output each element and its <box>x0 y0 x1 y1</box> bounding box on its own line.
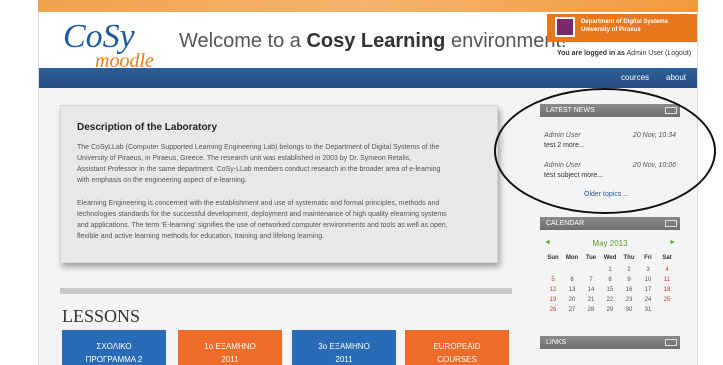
calendar-day[interactable]: 24 <box>639 297 657 303</box>
lesson-tile-1st-semester[interactable]: 1ο ΕΞΑΜΗΝΟ 2011 <box>178 330 282 365</box>
university-seal-icon <box>555 17 575 37</box>
tile-line: 2011 <box>221 355 239 364</box>
calendar-nav: ◄ May 2013 ► <box>540 239 680 249</box>
login-user-link[interactable]: Admin User <box>627 50 664 57</box>
calendar-grid: Sun Mon Tue Wed Thu Fri Sat 1 2 3 4 5 6 7 8 9 10 11 12 13 14… <box>544 255 680 323</box>
dept-line-2: University of Piraeus <box>581 27 641 33</box>
annotation-ellipse <box>494 88 716 214</box>
collapse-block-icon[interactable] <box>665 220 677 227</box>
description-title: Description of the Laboratory <box>77 122 218 133</box>
welcome-prefix: Welcome to a <box>179 30 301 52</box>
calendar-day[interactable]: 15 <box>601 287 619 293</box>
calendar-day[interactable]: 3 <box>639 267 657 273</box>
dept-line-1: Department of Digital Systems <box>581 19 669 25</box>
collapse-block-icon[interactable] <box>665 339 677 346</box>
calendar-day-header: Mon <box>565 255 579 261</box>
description-line: University of Piraeus, in Piraeus, Greec… <box>77 155 412 162</box>
description-line: The CoSyLLab (Computer Supported Learnin… <box>77 144 440 151</box>
calendar-day[interactable]: 27 <box>563 307 581 313</box>
calendar-day[interactable]: 17 <box>639 287 657 293</box>
department-badge[interactable]: Department of Digital Systems University… <box>547 14 697 42</box>
calendar-day[interactable]: 25 <box>658 297 676 303</box>
calendar-day[interactable]: 19 <box>544 297 562 303</box>
calendar-day[interactable]: 13 <box>563 287 581 293</box>
nav-about[interactable]: about <box>666 73 686 82</box>
calendar-day[interactable]: 22 <box>601 297 619 303</box>
calendar-day[interactable]: 9 <box>620 277 638 283</box>
calendar-header: CALENDAR <box>540 217 680 230</box>
calendar-day[interactable]: 31 <box>639 307 657 313</box>
links-title: LINKS <box>546 339 567 346</box>
calendar-day[interactable]: 5 <box>544 277 562 283</box>
tile-line: COURSES <box>437 355 477 364</box>
calendar-day-header: Sun <box>547 255 559 261</box>
nav-courses[interactable]: cources <box>621 73 649 82</box>
welcome-bold: Cosy Learning <box>306 30 446 52</box>
calendar-day-header: Sat <box>662 255 672 261</box>
calendar-day[interactable]: 6 <box>563 277 581 283</box>
description-line: with emphasis on the engineering aspect … <box>77 177 247 184</box>
calendar-day[interactable]: 16 <box>620 287 638 293</box>
lesson-tile-3rd-semester[interactable]: 3ο ΕΞΑΜΗΝΟ 2011 <box>292 330 396 365</box>
description-line: technologies standards for the successfu… <box>77 211 447 218</box>
calendar-day[interactable]: 1 <box>601 267 619 273</box>
calendar-month: May 2013 <box>592 239 628 248</box>
lesson-tile-school-program[interactable]: ΣΧΟΛΙΚΟ ΠΡΟΓΡΑΜΜΑ 2 <box>62 330 166 365</box>
calendar-day[interactable]: 14 <box>582 287 600 293</box>
calendar-day[interactable]: 12 <box>544 287 562 293</box>
calendar-day[interactable]: 30 <box>620 307 638 313</box>
links-block: LINKS <box>540 336 680 356</box>
calendar-day-header: Thu <box>623 255 635 261</box>
description-line: Assistant Professor in the same departme… <box>77 166 441 173</box>
login-info: You are logged in as Admin User (Logout) <box>557 50 691 57</box>
next-month-icon[interactable]: ► <box>669 239 676 246</box>
calendar-title: CALENDAR <box>546 220 585 227</box>
calendar-block: CALENDAR ◄ May 2013 ► Sun Mon Tue Wed Thu Fri… <box>540 217 680 325</box>
page: CoSy moodle Welcome to a Cosy Learning e… <box>0 0 723 365</box>
tile-line: ΣΧΟΛΙΚΟ <box>96 342 132 351</box>
tile-line: 3ο ΕΞΑΜΗΝΟ <box>318 342 370 351</box>
calendar-day[interactable]: 18 <box>658 287 676 293</box>
calendar-day[interactable]: 29 <box>601 307 619 313</box>
site-header: CoSy moodle Welcome to a Cosy Learning e… <box>39 12 697 72</box>
welcome-heading: Welcome to a Cosy Learning environment! <box>179 30 567 53</box>
calendar-day[interactable]: 8 <box>601 277 619 283</box>
tile-line: 1ο ΕΞΑΜΗΝΟ <box>204 342 256 351</box>
tile-line: 2011 <box>335 355 353 364</box>
calendar-day[interactable]: 20 <box>563 297 581 303</box>
description-line: and applications. The term 'E-learning' … <box>77 222 448 229</box>
tile-line: EUROPEAID <box>433 342 481 351</box>
calendar-day[interactable]: 21 <box>582 297 600 303</box>
lessons-heading: LESSONS <box>62 306 141 326</box>
calendar-day[interactable]: 2 <box>620 267 638 273</box>
description-line: Elearning Engineering is concerned with … <box>77 200 440 207</box>
calendar-day[interactable]: 28 <box>582 307 600 313</box>
login-text: You are logged in as <box>557 50 625 57</box>
calendar-day[interactable]: 7 <box>582 277 600 283</box>
calendar-day-header: Tue <box>585 255 597 261</box>
links-header: LINKS <box>540 336 680 349</box>
lab-description-card: Description of the Laboratory The CoSyLL… <box>60 105 498 263</box>
lesson-tile-europeaid[interactable]: EUROPEAID COURSES <box>405 330 509 365</box>
section-divider <box>60 288 512 294</box>
department-name: Department of Digital Systems University… <box>581 18 668 34</box>
calendar-day-header: Wed <box>603 255 617 261</box>
calendar-day[interactable]: 23 <box>620 297 638 303</box>
logout-link[interactable]: (Logout) <box>665 50 691 57</box>
calendar-day[interactable]: 10 <box>639 277 657 283</box>
main-navbar: cources about <box>39 68 697 88</box>
calendar-day[interactable]: 26 <box>544 307 562 313</box>
calendar-day[interactable]: 4 <box>658 267 676 273</box>
calendar-day[interactable]: 11 <box>658 277 676 283</box>
description-line: flexible and active learning methods for… <box>77 233 325 240</box>
top-decoration-strip <box>38 0 698 12</box>
calendar-day-header: Fri <box>644 255 652 261</box>
tile-line: ΠΡΟΓΡΑΜΜΑ 2 <box>85 355 143 364</box>
